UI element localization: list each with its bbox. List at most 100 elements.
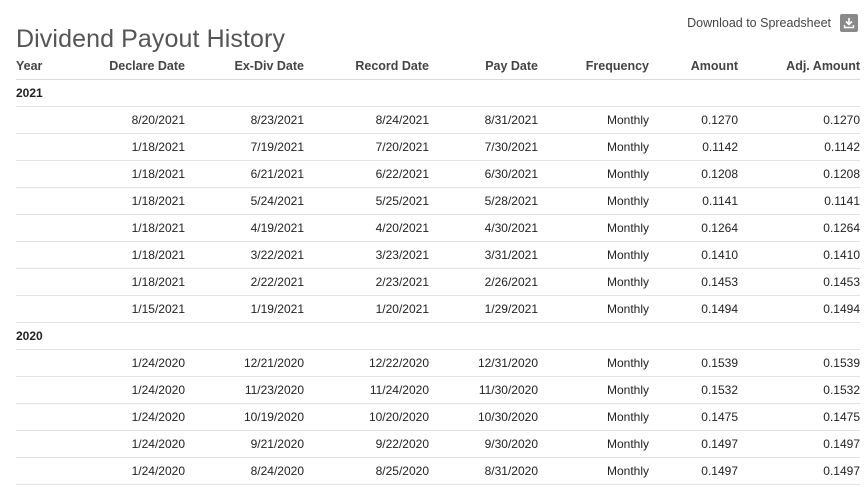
declare-date-cell: 1/24/2020	[78, 430, 185, 458]
declare-date-cell: 1/18/2021	[78, 214, 185, 242]
adj-amount-cell: 0.1270	[738, 106, 860, 134]
record-date-cell: 2/23/2021	[304, 268, 429, 296]
year-cell	[16, 403, 78, 431]
column-header-frequency[interactable]: Frequency	[538, 53, 649, 80]
frequency-cell: Monthly	[538, 457, 649, 485]
table-row: 1/24/2020 11/23/2020 11/24/2020 11/30/2020 M…	[16, 376, 860, 404]
year-cell	[16, 187, 78, 215]
column-header-declare-date[interactable]: Declare Date	[78, 53, 185, 80]
frequency-cell: Monthly	[538, 430, 649, 458]
table-header-row: Year Declare Date Ex-Div Date Record Dat…	[16, 53, 860, 80]
declare-date-cell: 8/20/2021	[78, 106, 185, 134]
frequency-cell: Monthly	[538, 403, 649, 431]
pay-date-cell: 8/31/2020	[429, 457, 538, 485]
year-group-row: 2020	[16, 322, 860, 350]
amount-cell: 0.1270	[649, 106, 738, 134]
column-header-year[interactable]: Year	[16, 53, 78, 80]
record-date-cell: 8/25/2020	[304, 457, 429, 485]
frequency-cell: Monthly	[538, 160, 649, 188]
frequency-cell: Monthly	[538, 295, 649, 323]
amount-cell: 0.1410	[649, 241, 738, 269]
declare-date-cell: 1/18/2021	[78, 241, 185, 269]
adj-amount-cell: 0.1410	[738, 241, 860, 269]
declare-date-cell: 1/24/2020	[78, 403, 185, 431]
declare-date-cell: 1/18/2021	[78, 187, 185, 215]
frequency-cell: Monthly	[538, 268, 649, 296]
frequency-cell: Monthly	[538, 187, 649, 215]
adj-amount-cell: 0.1539	[738, 349, 860, 377]
download-spreadsheet-link[interactable]: Download to Spreadsheet	[687, 14, 858, 32]
ex-div-date-cell: 6/21/2021	[185, 160, 304, 188]
pay-date-cell: 4/30/2021	[429, 214, 538, 242]
year-label: 2021	[16, 79, 860, 107]
adj-amount-cell: 0.1494	[738, 295, 860, 323]
record-date-cell: 7/20/2021	[304, 133, 429, 161]
column-header-pay-date[interactable]: Pay Date	[429, 53, 538, 80]
adj-amount-cell: 0.1532	[738, 376, 860, 404]
year-cell	[16, 457, 78, 485]
ex-div-date-cell: 8/23/2021	[185, 106, 304, 134]
record-date-cell: 10/20/2020	[304, 403, 429, 431]
frequency-cell: Monthly	[538, 214, 649, 242]
ex-div-date-cell: 7/19/2021	[185, 133, 304, 161]
pay-date-cell: 5/28/2021	[429, 187, 538, 215]
page-title: Dividend Payout History	[16, 24, 286, 53]
amount-cell: 0.1475	[649, 403, 738, 431]
ex-div-date-cell: 10/19/2020	[185, 403, 304, 431]
amount-cell: 0.1141	[649, 187, 738, 215]
dividend-history-table: Year Declare Date Ex-Div Date Record Dat…	[16, 53, 860, 485]
year-cell	[16, 295, 78, 323]
year-cell	[16, 349, 78, 377]
record-date-cell: 1/20/2021	[304, 295, 429, 323]
year-cell	[16, 268, 78, 296]
frequency-cell: Monthly	[538, 376, 649, 404]
pay-date-cell: 12/31/2020	[429, 349, 538, 377]
year-group-row: 2021	[16, 79, 860, 107]
table-row: 1/18/2021 5/24/2021 5/25/2021 5/28/2021 Mont…	[16, 187, 860, 215]
pay-date-cell: 9/30/2020	[429, 430, 538, 458]
declare-date-cell: 1/24/2020	[78, 457, 185, 485]
amount-cell: 0.1539	[649, 349, 738, 377]
year-cell	[16, 376, 78, 404]
pay-date-cell: 11/30/2020	[429, 376, 538, 404]
table-row: 1/18/2021 3/22/2021 3/23/2021 3/31/2021 Mont…	[16, 241, 860, 269]
column-header-adj-amount[interactable]: Adj. Amount	[738, 53, 860, 80]
amount-cell: 0.1494	[649, 295, 738, 323]
ex-div-date-cell: 1/19/2021	[185, 295, 304, 323]
declare-date-cell: 1/18/2021	[78, 160, 185, 188]
column-header-ex-div-date[interactable]: Ex-Div Date	[185, 53, 304, 80]
year-cell	[16, 160, 78, 188]
amount-cell: 0.1264	[649, 214, 738, 242]
declare-date-cell: 1/18/2021	[78, 133, 185, 161]
column-header-record-date[interactable]: Record Date	[304, 53, 429, 80]
download-label[interactable]: Download to Spreadsheet	[687, 16, 831, 30]
year-cell	[16, 133, 78, 161]
table-row: 1/18/2021 7/19/2021 7/20/2021 7/30/2021 Mont…	[16, 133, 860, 161]
amount-cell: 0.1497	[649, 457, 738, 485]
download-icon[interactable]	[840, 14, 858, 32]
ex-div-date-cell: 9/21/2020	[185, 430, 304, 458]
table-body: 2021 8/20/2021 8/23/2021 8/24/2021 8/31/2021…	[16, 79, 860, 485]
year-label: 2020	[16, 322, 860, 350]
column-header-amount[interactable]: Amount	[649, 53, 738, 80]
table-row: 1/24/2020 9/21/2020 9/22/2020 9/30/2020 Mont…	[16, 430, 860, 458]
declare-date-cell: 1/15/2021	[78, 295, 185, 323]
adj-amount-cell: 0.1497	[738, 457, 860, 485]
ex-div-date-cell: 4/19/2021	[185, 214, 304, 242]
declare-date-cell: 1/24/2020	[78, 376, 185, 404]
year-cell	[16, 430, 78, 458]
ex-div-date-cell: 8/24/2020	[185, 457, 304, 485]
adj-amount-cell: 0.1497	[738, 430, 860, 458]
table-row: 1/18/2021 2/22/2021 2/23/2021 2/26/2021 Mont…	[16, 268, 860, 296]
adj-amount-cell: 0.1141	[738, 187, 860, 215]
table-row: 1/24/2020 8/24/2020 8/25/2020 8/31/2020 Mont…	[16, 457, 860, 485]
pay-date-cell: 8/31/2021	[429, 106, 538, 134]
pay-date-cell: 6/30/2021	[429, 160, 538, 188]
pay-date-cell: 10/30/2020	[429, 403, 538, 431]
record-date-cell: 9/22/2020	[304, 430, 429, 458]
record-date-cell: 6/22/2021	[304, 160, 429, 188]
frequency-cell: Monthly	[538, 133, 649, 161]
year-cell	[16, 106, 78, 134]
pay-date-cell: 1/29/2021	[429, 295, 538, 323]
record-date-cell: 12/22/2020	[304, 349, 429, 377]
